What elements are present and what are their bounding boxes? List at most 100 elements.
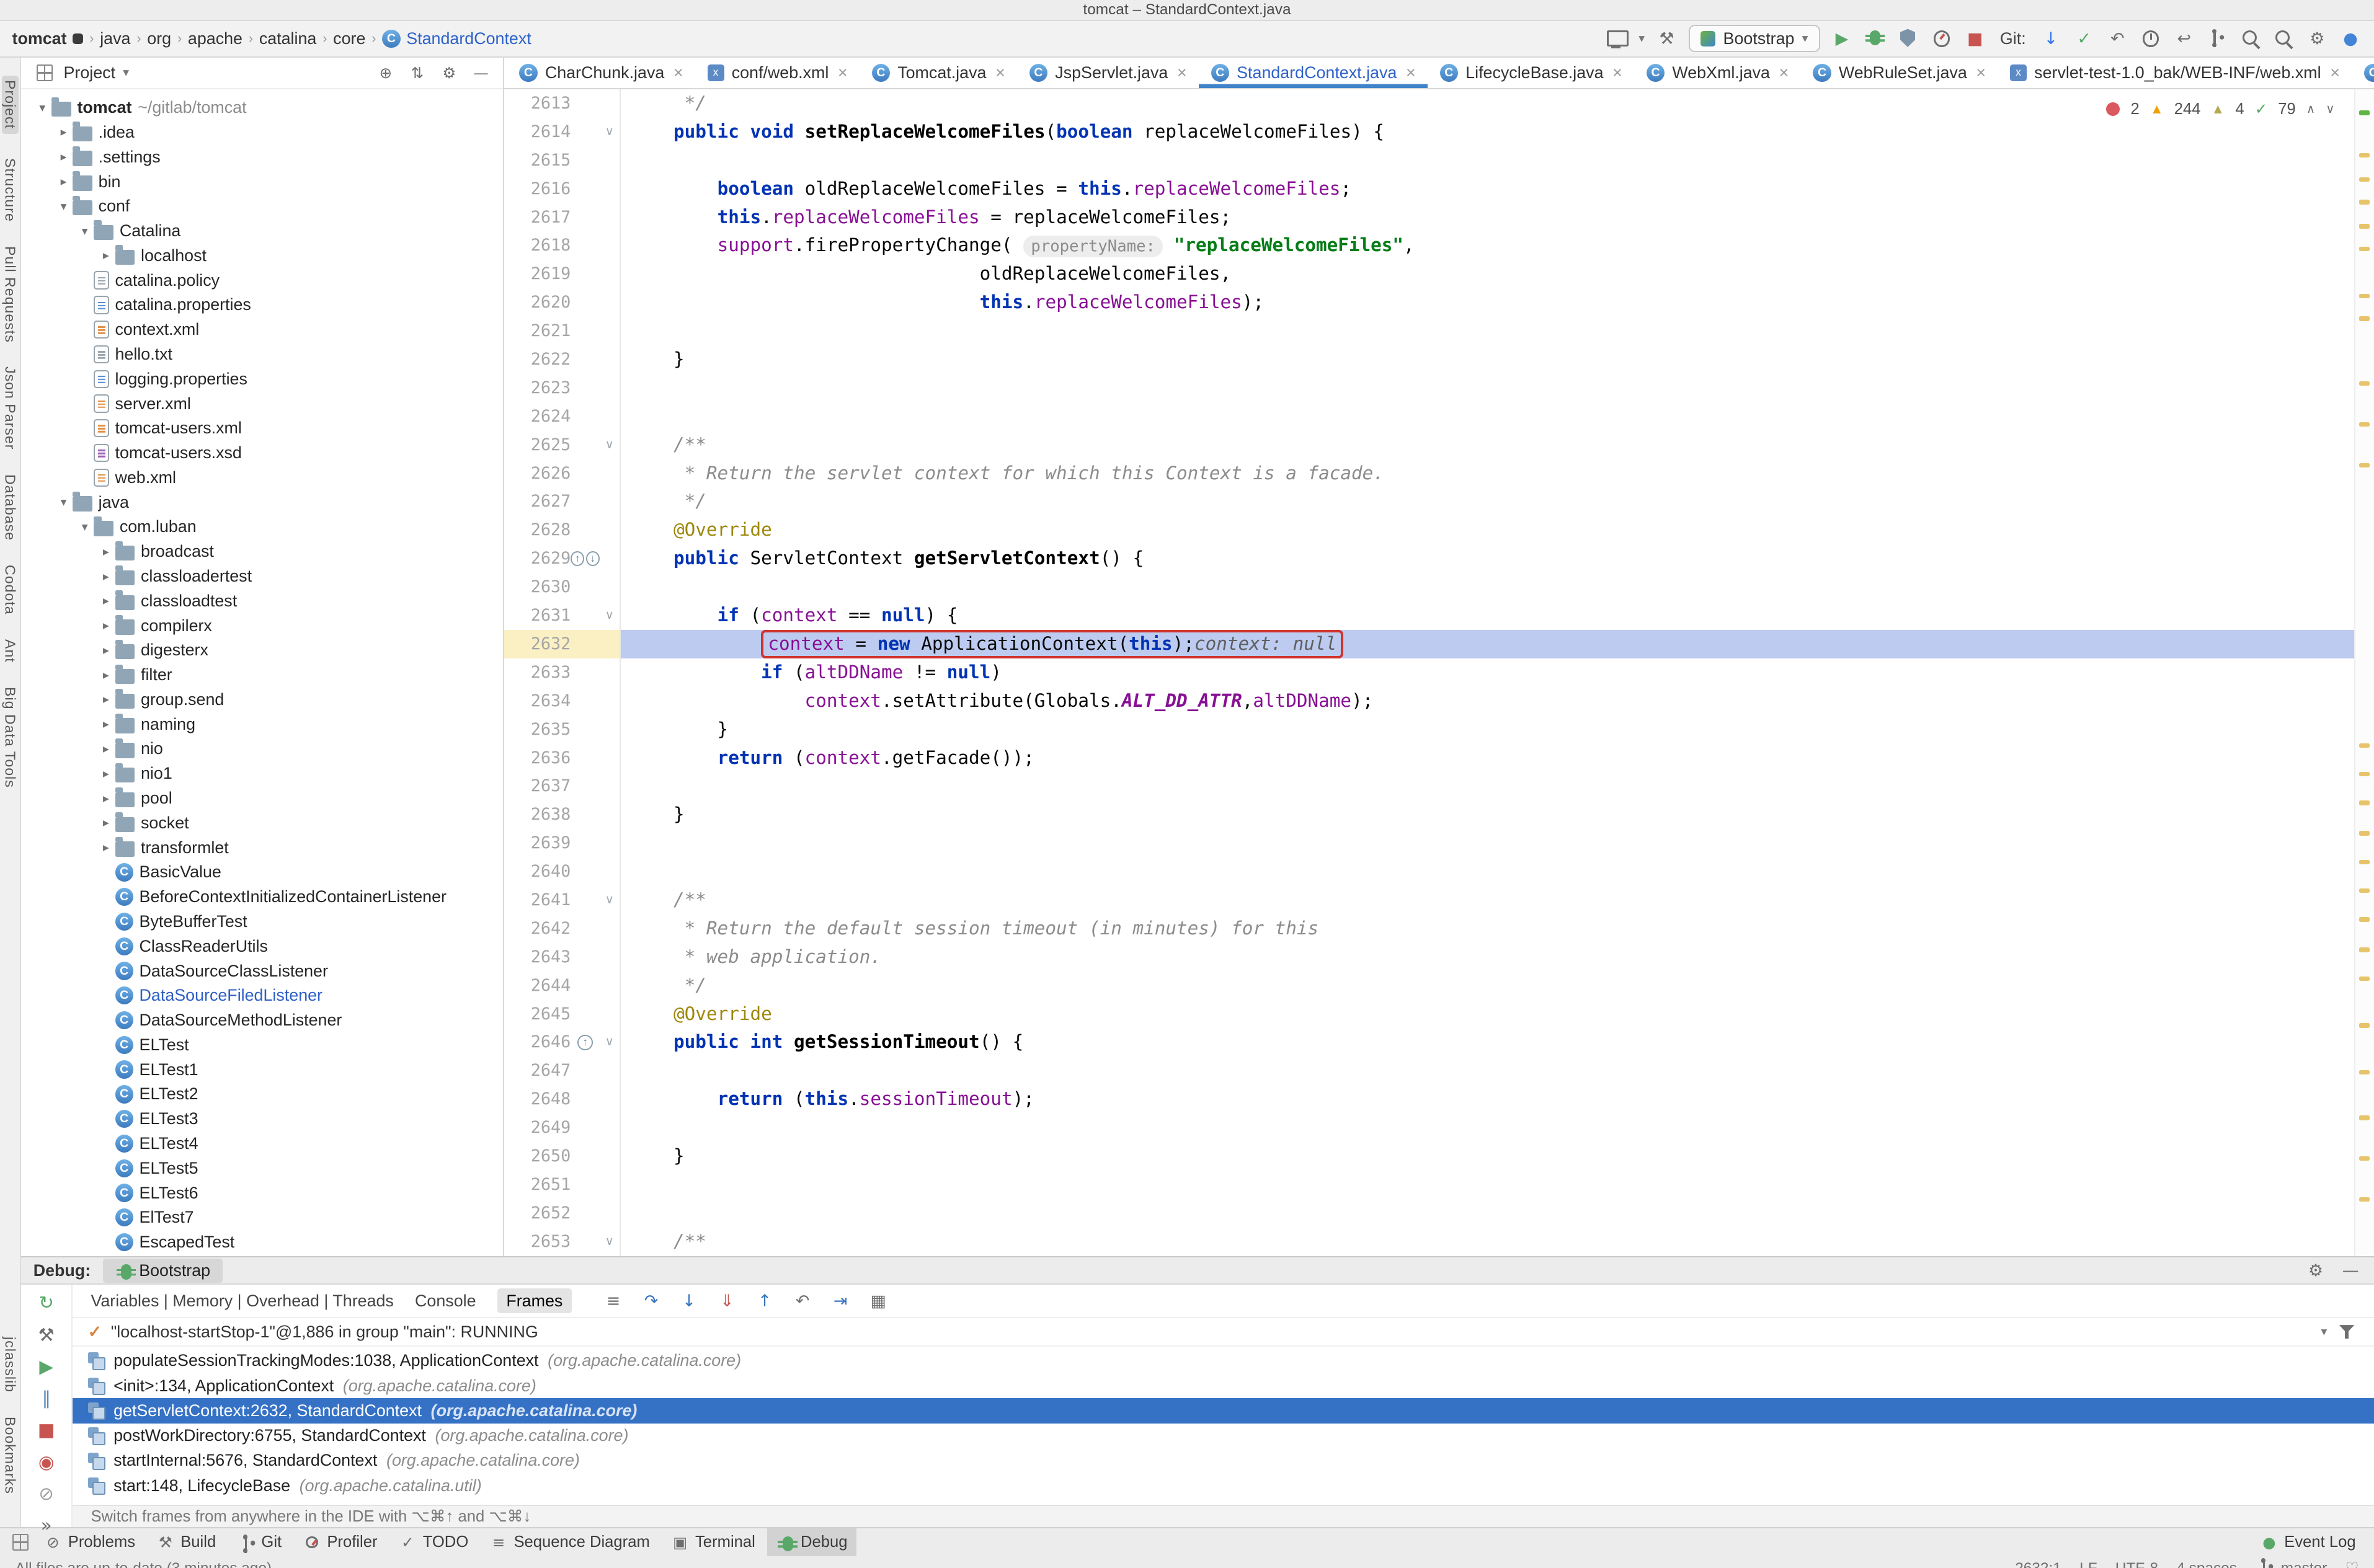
tool-button-todo[interactable]: ✓ TODO <box>389 1528 478 1556</box>
fold-marker-icon[interactable]: ∨ <box>600 601 621 630</box>
sidebar-item-database[interactable]: Database <box>2 474 19 541</box>
editor-tab[interactable]: C CharChunk.java × <box>507 58 695 88</box>
tool-button-terminal[interactable]: ▣ Terminal <box>662 1528 764 1556</box>
tree-item[interactable]: C ELTest6 <box>21 1180 503 1205</box>
tree-toggle-icon[interactable]: ▸ <box>97 593 115 608</box>
run-config-selector[interactable]: Bootstrap ▾ <box>1688 25 1820 53</box>
step-out-icon[interactable]: ↑ <box>754 1290 776 1313</box>
tree-toggle-icon[interactable]: ▸ <box>97 544 115 559</box>
tree-toggle-icon[interactable]: ▸ <box>97 618 115 633</box>
git-history-icon[interactable] <box>2140 27 2163 50</box>
tree-toggle-icon[interactable]: ▾ <box>33 100 51 115</box>
close-tab-icon[interactable]: × <box>1976 63 1986 82</box>
fold-marker-icon[interactable]: ∨ <box>600 885 621 915</box>
view-breakpoints-icon[interactable]: ◉ <box>34 1450 58 1474</box>
tree-item[interactable]: C ELTest <box>21 1032 503 1057</box>
tree-item[interactable]: ▸ nio <box>21 737 503 761</box>
git-branch-icon[interactable] <box>2206 27 2229 50</box>
tree-item[interactable]: ▸ socket <box>21 810 503 835</box>
tree-toggle-icon[interactable]: ▸ <box>97 766 115 781</box>
git-revert-icon[interactable]: ↶ <box>2106 27 2129 50</box>
fold-marker-icon[interactable]: ∨ <box>600 1028 621 1057</box>
inspections-widget[interactable]: 2 ▲ 244 ▲ 4 ✓ 79 ∧ ∨ <box>2100 98 2341 120</box>
tree-item[interactable]: C EscapedTest <box>21 1230 503 1255</box>
tool-windows-icon[interactable] <box>9 1531 32 1554</box>
evaluate-expression-icon[interactable]: ▦ <box>867 1290 890 1313</box>
close-tab-icon[interactable]: × <box>674 63 683 82</box>
hide-panel-icon[interactable]: — <box>471 63 491 83</box>
tree-item[interactable]: tomcat-users.xml <box>21 416 503 441</box>
editor-tab[interactable]: C Tomcat.java × <box>860 58 1017 88</box>
editor-tab[interactable]: CApplicationContext.java× <box>2352 58 2374 88</box>
fold-marker-icon[interactable]: ∨ <box>600 430 621 459</box>
close-tab-icon[interactable]: × <box>838 63 848 82</box>
tree-toggle-icon[interactable]: ▸ <box>97 742 115 756</box>
tree-toggle-icon[interactable]: ▸ <box>97 643 115 658</box>
chevron-down-icon[interactable]: ▾ <box>123 65 129 80</box>
tree-item[interactable]: context.xml <box>21 317 503 342</box>
drop-frame-icon[interactable]: ↶ <box>791 1290 814 1313</box>
close-tab-icon[interactable]: × <box>1779 63 1789 82</box>
sidebar-item-project[interactable]: Project <box>1 76 19 134</box>
git-rollback-icon[interactable]: ↩ <box>2172 27 2195 50</box>
code-editor[interactable]: 2613 */ 2614 ∨ public void setReplaceWelco… <box>504 89 2374 1257</box>
mute-breakpoints-icon[interactable]: ⊘ <box>34 1481 58 1505</box>
tree-toggle-icon[interactable]: ▾ <box>55 495 73 510</box>
overridden-marker-icon[interactable]: ↓ <box>585 551 600 567</box>
chevron-down-icon[interactable]: ▾ <box>1638 31 1645 46</box>
sidebar-item-big-data-tools[interactable]: Big Data Tools <box>2 687 19 788</box>
debug-thread-row[interactable]: ✓ "localhost-startStop-1"@1,886 in group… <box>73 1318 2374 1347</box>
sidebar-item-bookmarks[interactable]: Bookmarks <box>2 1417 19 1494</box>
tree-item[interactable]: ▸ classloadtest <box>21 588 503 613</box>
tree-item[interactable]: ▸ transformlet <box>21 835 503 860</box>
tool-button-git[interactable]: Git <box>228 1528 291 1556</box>
tree-toggle-icon[interactable]: ▸ <box>97 791 115 806</box>
breadcrumb-item[interactable]: apache <box>188 29 242 48</box>
tree-item[interactable]: catalina.properties <box>21 293 503 317</box>
project-title[interactable]: Project <box>64 63 116 82</box>
debug-bug-icon[interactable] <box>1864 27 1887 50</box>
tree-toggle-icon[interactable]: ▸ <box>97 668 115 683</box>
stack-frame-row[interactable]: <init>:134, ApplicationContext (org.apach… <box>73 1373 2374 1398</box>
stop-icon[interactable]: ■ <box>34 1418 58 1442</box>
tree-toggle-icon[interactable]: ▸ <box>97 569 115 584</box>
debug-view-tab-frames[interactable]: Frames <box>497 1288 572 1314</box>
coverage-icon[interactable] <box>1897 27 1920 50</box>
tree-item[interactable]: ▸ .settings <box>21 144 503 169</box>
tree-item[interactable]: C ElTest7 <box>21 1205 503 1230</box>
override-marker-icon[interactable]: ↑ <box>577 1035 593 1050</box>
tree-toggle-icon[interactable]: ▸ <box>97 692 115 707</box>
git-update-icon[interactable]: ↓ <box>2040 27 2063 50</box>
tree-item[interactable]: hello.txt <box>21 342 503 367</box>
branch-widget[interactable]: master <box>2255 1556 2327 1568</box>
tree-toggle-icon[interactable]: ▸ <box>55 149 73 164</box>
tree-item[interactable]: C ELTest4 <box>21 1132 503 1156</box>
force-step-into-icon[interactable]: ⇓ <box>716 1290 739 1313</box>
status-widget-line-sep[interactable]: LF <box>2079 1556 2097 1568</box>
editor-tab[interactable]: C WebRuleSet.java × <box>1801 58 1998 88</box>
status-widget-position[interactable]: 2632:1 <box>2015 1556 2061 1568</box>
step-into-icon[interactable]: ↓ <box>678 1290 701 1313</box>
stack-frame-row[interactable]: postWorkDirectory:6755, StandardContext (… <box>73 1424 2374 1448</box>
close-tab-icon[interactable]: × <box>1612 63 1622 82</box>
filter-icon[interactable] <box>2336 1321 2359 1344</box>
tree-toggle-icon[interactable]: ▸ <box>55 125 73 140</box>
git-commit-icon[interactable]: ✓ <box>2073 27 2096 50</box>
tree-item[interactable]: server.xml <box>21 391 503 416</box>
sidebar-item-structure[interactable]: Structure <box>2 158 19 222</box>
prev-problem-icon[interactable]: ∧ <box>2306 102 2315 117</box>
stack-frame-row[interactable]: start:148, LifecycleBase (org.apache.cata… <box>73 1473 2374 1498</box>
restore-layout-icon[interactable]: ≡ <box>602 1290 625 1313</box>
assistant-icon[interactable]: ● <box>2339 27 2362 50</box>
editor-tab[interactable]: C JspServlet.java × <box>1017 58 1199 88</box>
run-icon[interactable]: ▶ <box>1831 27 1854 50</box>
resume-icon[interactable]: ▶ <box>34 1354 58 1378</box>
tree-item[interactable]: ▾ conf <box>21 194 503 219</box>
editor-tab[interactable]: C StandardContext.java × <box>1199 58 1428 88</box>
tree-item[interactable]: C ELTest2 <box>21 1082 503 1107</box>
tree-toggle-icon[interactable]: ▾ <box>76 224 94 239</box>
tool-button-debug[interactable]: Debug <box>767 1528 857 1557</box>
tree-item[interactable]: C ByteBufferTest <box>21 910 503 934</box>
settings-gear-icon[interactable]: ⚙ <box>2306 27 2329 50</box>
thread-selector-caret[interactable]: ▾ <box>2321 1324 2327 1339</box>
